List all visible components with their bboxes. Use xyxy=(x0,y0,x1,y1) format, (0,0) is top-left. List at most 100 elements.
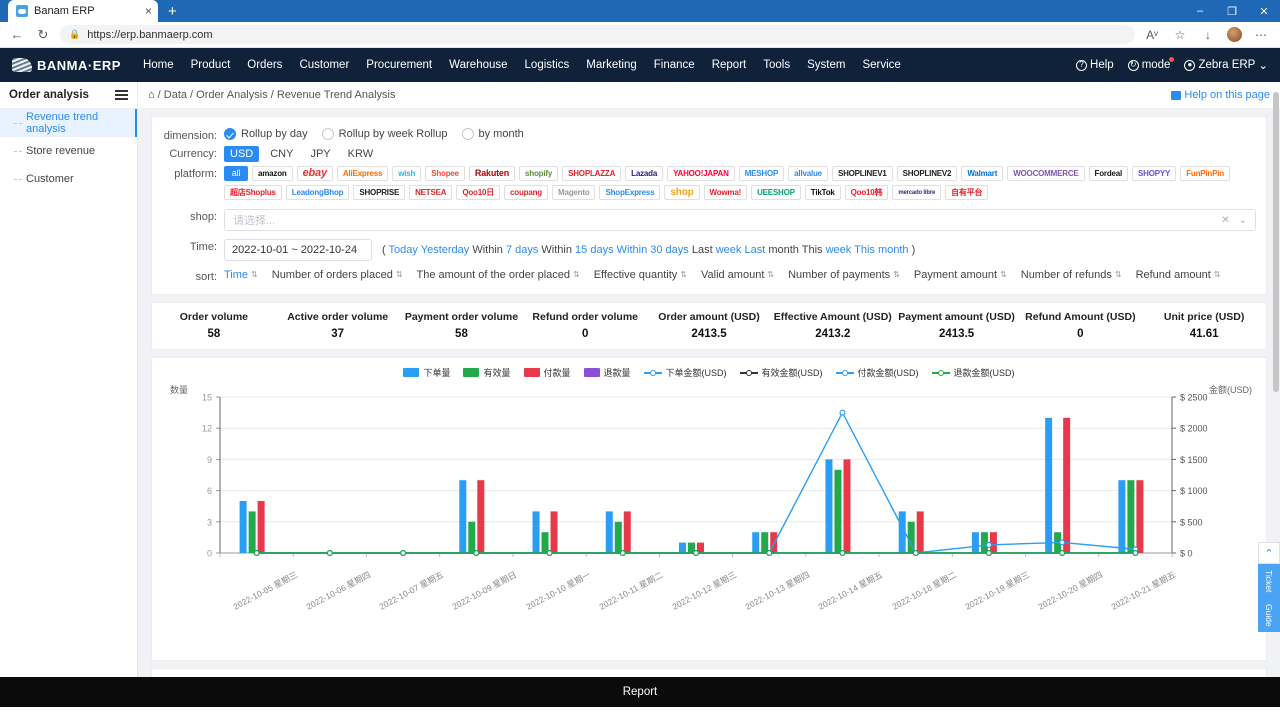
platform-option-shoplinev2[interactable]: SHOPLINEV2 xyxy=(897,166,958,181)
platform-option-shopexpress[interactable]: ShopExpress xyxy=(599,185,660,200)
scrollbar-thumb[interactable] xyxy=(1273,92,1279,392)
nav-item-customer[interactable]: Customer xyxy=(299,59,349,71)
minimize-button[interactable]: – xyxy=(1184,0,1216,22)
nav-item-marketing[interactable]: Marketing xyxy=(586,59,637,71)
legend-item[interactable]: 退款金额(USD) xyxy=(932,366,1015,379)
clear-icon[interactable]: ✕ xyxy=(1221,215,1229,226)
nav-item-procurement[interactable]: Procurement xyxy=(366,59,432,71)
legend-item[interactable]: 退款量 xyxy=(584,366,631,379)
shop-select[interactable]: 请选择... ✕ ⌄ xyxy=(224,209,1256,231)
nav-item-tools[interactable]: Tools xyxy=(763,59,790,71)
time-quick-today[interactable]: Today xyxy=(389,244,421,256)
platform-option-funpinpin[interactable]: FunPinPin xyxy=(1180,166,1230,181)
platform-option--shoplus[interactable]: 超店Shoplus xyxy=(224,185,282,200)
time-quick-week[interactable]: week xyxy=(716,244,745,256)
sidebar-item-revenue-trend-analysis[interactable]: Revenue trend analysis xyxy=(0,109,137,137)
platform-option-qoo10-[interactable]: Qoo10日 xyxy=(456,185,500,200)
platform-option-amazon[interactable]: amazon xyxy=(252,166,293,181)
nav-item-service[interactable]: Service xyxy=(862,59,900,71)
platform-option-shopyy[interactable]: SHOPYY xyxy=(1132,166,1176,181)
avatar[interactable] xyxy=(1227,27,1242,42)
address-bar[interactable]: 🔒 https://erp.banmaerp.com xyxy=(60,25,1135,44)
sort-option-valid-amount[interactable]: Valid amount⇅ xyxy=(701,269,774,281)
legend-item[interactable]: 付款金额(USD) xyxy=(836,366,919,379)
sort-option-the-amount-of-the-order-placed[interactable]: The amount of the order placed⇅ xyxy=(417,269,580,281)
sidebar-item-store-revenue[interactable]: Store revenue xyxy=(0,137,137,165)
nav-item-report[interactable]: Report xyxy=(712,59,747,71)
browser-tab[interactable]: Banam ERP × xyxy=(8,0,158,22)
platform-option-leadongbhop[interactable]: LeadongBhop xyxy=(286,185,350,200)
scrollbar[interactable] xyxy=(1272,82,1280,677)
help-button[interactable]: ? Help xyxy=(1076,59,1114,71)
platform-option-aliexpress[interactable]: AliExpress xyxy=(337,166,388,181)
sort-option-payment-amount[interactable]: Payment amount⇅ xyxy=(914,269,1007,281)
chevron-down-icon[interactable]: ⌄ xyxy=(1239,215,1247,226)
time-quick-7-days[interactable]: 7 days xyxy=(506,244,541,256)
platform-option-netsea[interactable]: NETSEA xyxy=(409,185,452,200)
platform-option-coupang[interactable]: coupang xyxy=(504,185,548,200)
platform-option-wowma-[interactable]: Wowma! xyxy=(704,185,748,200)
close-icon[interactable]: × xyxy=(145,4,152,18)
currency-option-krw[interactable]: KRW xyxy=(342,146,379,162)
sort-option-effective-quantity[interactable]: Effective quantity⇅ xyxy=(594,269,687,281)
currency-option-jpy[interactable]: JPY xyxy=(304,146,336,162)
sort-option-time[interactable]: Time⇅ xyxy=(224,269,258,281)
legend-item[interactable]: 下单量 xyxy=(403,366,450,379)
nav-item-product[interactable]: Product xyxy=(191,59,231,71)
platform-option-magento[interactable]: Magento xyxy=(552,185,596,200)
date-range-input[interactable]: 2022-10-01 ~ 2022-10-24 xyxy=(224,239,372,261)
sort-option-refund-amount[interactable]: Refund amount⇅ xyxy=(1136,269,1221,281)
currency-option-usd[interactable]: USD xyxy=(224,146,259,162)
platform-option-walmart[interactable]: Walmart xyxy=(961,166,1003,181)
dimension-option[interactable]: Rollup by day xyxy=(224,128,308,140)
more-icon[interactable]: ⋯ xyxy=(1252,26,1270,44)
platform-option-all[interactable]: all xyxy=(224,166,248,181)
nav-item-home[interactable]: Home xyxy=(143,59,174,71)
time-quick-this-month[interactable]: This month xyxy=(854,244,911,256)
maximize-button[interactable]: ❐ xyxy=(1216,0,1248,22)
time-quick-yesterday[interactable]: Yesterday xyxy=(421,244,473,256)
sort-option-number-of-payments[interactable]: Number of payments⇅ xyxy=(788,269,900,281)
legend-item[interactable]: 下单金额(USD) xyxy=(644,366,727,379)
platform-option-shoplazza[interactable]: SHOPLAZZA xyxy=(562,166,621,181)
sidebar-item-customer[interactable]: Customer xyxy=(0,165,137,193)
platform-option-ebay[interactable]: ebay xyxy=(297,166,333,181)
platform-option-meshop[interactable]: MESHOP xyxy=(739,166,784,181)
nav-item-warehouse[interactable]: Warehouse xyxy=(449,59,507,71)
platform-option-shop[interactable]: shop xyxy=(664,185,699,200)
time-quick-week[interactable]: week xyxy=(826,244,855,256)
currency-option-cny[interactable]: CNY xyxy=(264,146,299,162)
sort-option-number-of-orders-placed[interactable]: Number of orders placed⇅ xyxy=(272,269,403,281)
account-menu[interactable]: ● Zebra ERP ⌄ xyxy=(1184,58,1268,72)
app-logo[interactable]: BANMA·ERP xyxy=(12,58,121,73)
back-icon[interactable]: ← xyxy=(8,26,26,44)
platform-option-mercado-libre[interactable]: mercado libre xyxy=(892,185,941,200)
time-quick-15-days[interactable]: 15 days xyxy=(575,244,617,256)
platform-option-lazada[interactable]: Lazada xyxy=(625,166,663,181)
favorites-icon[interactable]: ☆ xyxy=(1171,26,1189,44)
window-close-button[interactable]: ✕ xyxy=(1248,0,1280,22)
platform-option-allvalue[interactable]: allvalue xyxy=(788,166,828,181)
legend-item[interactable]: 付款量 xyxy=(524,366,571,379)
mode-button[interactable]: ↻ mode xyxy=(1128,59,1171,71)
legend-item[interactable]: 有效金额(USD) xyxy=(740,366,823,379)
platform-option-fordeal[interactable]: Fordeal xyxy=(1089,166,1129,181)
platform-option-wish[interactable]: wish xyxy=(392,166,421,181)
platform-option-ueeshop[interactable]: UEESHOP xyxy=(751,185,801,200)
dimension-option[interactable]: Rollup by week Rollup xyxy=(322,128,448,140)
home-icon[interactable]: ⌂ xyxy=(148,89,155,101)
legend-item[interactable]: 有效量 xyxy=(463,366,510,379)
nav-item-orders[interactable]: Orders xyxy=(247,59,282,71)
platform-option-qoo10-[interactable]: Qoo10韩 xyxy=(845,185,889,200)
platform-option-shopee[interactable]: Shopee xyxy=(425,166,465,181)
platform-option-yahoo-japan[interactable]: YAHOO!JAPAN xyxy=(667,166,735,181)
platform-option-shopify[interactable]: shopify xyxy=(519,166,558,181)
platform-option-woocommerce[interactable]: WOOCOMMERCE xyxy=(1007,166,1084,181)
platform-option-shoplinev1[interactable]: SHOPLINEV1 xyxy=(832,166,893,181)
read-aloud-icon[interactable]: Aᵛ xyxy=(1143,26,1161,44)
sort-option-number-of-refunds[interactable]: Number of refunds⇅ xyxy=(1021,269,1122,281)
time-quick-last[interactable]: Last xyxy=(744,244,768,256)
platform-option--[interactable]: 自有平台 xyxy=(945,185,988,200)
nav-item-system[interactable]: System xyxy=(807,59,845,71)
help-on-this-page-link[interactable]: Help on this page xyxy=(1171,89,1270,101)
